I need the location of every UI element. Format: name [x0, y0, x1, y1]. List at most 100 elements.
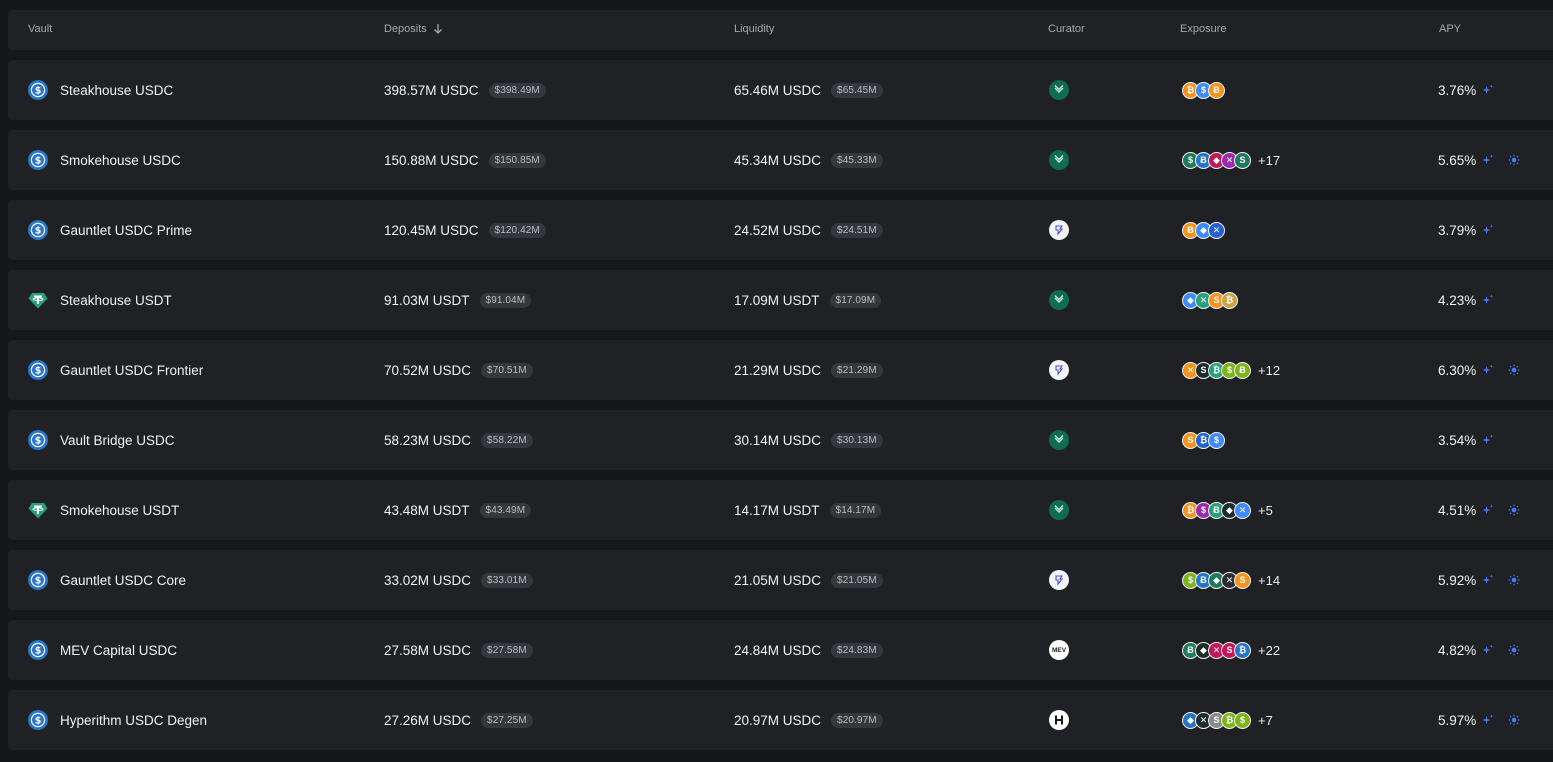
exposure-cell[interactable]: ₿ $ Ƀ ◆ ✕ +5 — [1182, 480, 1273, 540]
vault-cell[interactable]: $ Gauntlet USDC Prime — [28, 200, 192, 260]
gauntlet-icon[interactable] — [1049, 220, 1069, 240]
vault-cell[interactable]: $ Vault Bridge USDC — [28, 410, 175, 470]
exposure-cell[interactable]: ✕ S ₿ $ Ƀ +12 — [1182, 340, 1280, 400]
sparkle-icon[interactable] — [1482, 574, 1494, 586]
sun-icon[interactable] — [1508, 364, 1520, 376]
exposure-cell[interactable]: S ₿ $ — [1182, 410, 1232, 470]
table-row[interactable]: $ MEV Capital USDC 27.58M USDC $27.58M 2… — [8, 620, 1553, 680]
exposure-stack[interactable]: ◆ ✕ S ₿ $ — [1182, 711, 1251, 729]
curator-cell[interactable] — [1049, 200, 1069, 260]
header-apy[interactable]: APY — [1439, 23, 1461, 35]
apy-cell[interactable]: 4.23% — [1438, 270, 1494, 330]
steakhouse-icon[interactable] — [1049, 290, 1069, 310]
exposure-cell[interactable]: Ƀ ◆ ✕ S ₿ +22 — [1182, 620, 1280, 680]
sparkle-icon[interactable] — [1482, 294, 1494, 306]
vault-cell[interactable]: $ Steakhouse USDC — [28, 60, 173, 120]
curator-cell[interactable] — [1049, 410, 1069, 470]
exposure-stack[interactable]: $ Ƀ ◆ ✕ S — [1182, 571, 1251, 589]
exposure-cell[interactable]: ◆ ✕ S ₿ $ +7 — [1182, 690, 1273, 750]
sparkle-icon[interactable] — [1482, 364, 1494, 376]
exposure-more-count[interactable]: +5 — [1258, 503, 1273, 518]
vault-cell[interactable]: Smokehouse USDT — [28, 480, 179, 540]
curator-cell[interactable] — [1049, 690, 1069, 750]
header-exposure[interactable]: Exposure — [1180, 23, 1226, 35]
exposure-more-count[interactable]: +12 — [1258, 363, 1280, 378]
mev-capital-icon[interactable]: MEV — [1049, 640, 1069, 660]
exposure-stack[interactable]: ₿ $ Ƀ ◆ ✕ — [1182, 501, 1251, 519]
curator-cell[interactable] — [1049, 60, 1069, 120]
vault-cell[interactable]: Steakhouse USDT — [28, 270, 172, 330]
sparkle-icon[interactable] — [1482, 434, 1494, 446]
exposure-stack[interactable]: ₿ $ Ƀ — [1182, 81, 1225, 99]
header-vault[interactable]: Vault — [28, 23, 52, 35]
gauntlet-icon[interactable] — [1049, 570, 1069, 590]
table-row[interactable]: $ Smokehouse USDC 150.88M USDC $150.85M … — [8, 130, 1553, 190]
vault-cell[interactable]: $ Hyperithm USDC Degen — [28, 690, 207, 750]
apy-cell[interactable]: 5.97% — [1438, 690, 1520, 750]
sparkle-icon[interactable] — [1482, 84, 1494, 96]
sun-icon[interactable] — [1508, 714, 1520, 726]
vault-cell[interactable]: $ MEV Capital USDC — [28, 620, 177, 680]
exposure-cell[interactable]: $ Ƀ ◆ ✕ S +14 — [1182, 550, 1280, 610]
header-liquidity[interactable]: Liquidity — [734, 23, 774, 35]
hyperithm-icon[interactable] — [1049, 710, 1069, 730]
sparkle-icon[interactable] — [1482, 644, 1494, 656]
table-row[interactable]: Steakhouse USDT 91.03M USDT $91.04M 17.0… — [8, 270, 1553, 330]
vault-cell[interactable]: $ Gauntlet USDC Frontier — [28, 340, 203, 400]
table-row[interactable]: $ Vault Bridge USDC 58.23M USDC $58.22M … — [8, 410, 1553, 470]
exposure-more-count[interactable]: +17 — [1258, 153, 1280, 168]
table-row[interactable]: $ Gauntlet USDC Core 33.02M USDC $33.01M… — [8, 550, 1553, 610]
sparkle-icon[interactable] — [1482, 714, 1494, 726]
curator-cell[interactable] — [1049, 550, 1069, 610]
exposure-more-count[interactable]: +14 — [1258, 573, 1280, 588]
exposure-stack[interactable]: Ƀ ◆ ✕ S ₿ — [1182, 641, 1251, 659]
apy-cell[interactable]: 3.79% — [1438, 200, 1494, 260]
exposure-more-count[interactable]: +7 — [1258, 713, 1273, 728]
curator-cell[interactable] — [1049, 340, 1069, 400]
sun-icon[interactable] — [1508, 574, 1520, 586]
steakhouse-icon[interactable] — [1049, 500, 1069, 520]
deposits-amount: 58.23M USDC — [384, 432, 472, 448]
apy-cell[interactable]: 3.54% — [1438, 410, 1494, 470]
gauntlet-icon[interactable] — [1049, 360, 1069, 380]
vault-cell[interactable]: $ Gauntlet USDC Core — [28, 550, 186, 610]
header-deposits[interactable]: Deposits — [384, 23, 443, 35]
steakhouse-icon[interactable] — [1049, 150, 1069, 170]
curator-cell[interactable]: MEV — [1049, 620, 1069, 680]
exposure-more-count[interactable]: +22 — [1258, 643, 1280, 658]
exposure-stack[interactable]: $ Ƀ ◆ ✕ S — [1182, 151, 1251, 169]
table-row[interactable]: $ Gauntlet USDC Prime 120.45M USDC $120.… — [8, 200, 1553, 260]
apy-cell[interactable]: 5.65% — [1438, 130, 1520, 190]
svg-text:$: $ — [35, 575, 42, 586]
apy-cell[interactable]: 4.82% — [1438, 620, 1520, 680]
curator-cell[interactable] — [1049, 480, 1069, 540]
exposure-stack[interactable]: S ₿ $ — [1182, 431, 1225, 449]
exposure-cell[interactable]: $ Ƀ ◆ ✕ S +17 — [1182, 130, 1280, 190]
table-row[interactable]: $ Gauntlet USDC Frontier 70.52M USDC $70… — [8, 340, 1553, 400]
apy-cell[interactable]: 6.30% — [1438, 340, 1520, 400]
curator-cell[interactable] — [1049, 270, 1069, 330]
exposure-cell[interactable]: ₿ $ Ƀ — [1182, 60, 1232, 120]
sparkle-icon[interactable] — [1482, 154, 1494, 166]
sun-icon[interactable] — [1508, 644, 1520, 656]
vault-cell[interactable]: $ Smokehouse USDC — [28, 130, 181, 190]
sun-icon[interactable] — [1508, 154, 1520, 166]
table-row[interactable]: Smokehouse USDT 43.48M USDT $43.49M 14.1… — [8, 480, 1553, 540]
sparkle-icon[interactable] — [1482, 504, 1494, 516]
steakhouse-icon[interactable] — [1049, 80, 1069, 100]
sun-icon[interactable] — [1508, 504, 1520, 516]
exposure-cell[interactable]: Ƀ ◆ ✕ — [1182, 200, 1232, 260]
exposure-stack[interactable]: ✕ S ₿ $ Ƀ — [1182, 361, 1251, 379]
apy-cell[interactable]: 5.92% — [1438, 550, 1520, 610]
exposure-stack[interactable]: Ƀ ◆ ✕ — [1182, 221, 1225, 239]
apy-cell[interactable]: 3.76% — [1438, 60, 1494, 120]
table-row[interactable]: $ Steakhouse USDC 398.57M USDC $398.49M … — [8, 60, 1553, 120]
table-row[interactable]: $ Hyperithm USDC Degen 27.26M USDC $27.2… — [8, 690, 1553, 750]
header-curator[interactable]: Curator — [1048, 23, 1085, 35]
steakhouse-icon[interactable] — [1049, 430, 1069, 450]
exposure-stack[interactable]: ◆ ✕ S ₿ — [1182, 291, 1238, 309]
apy-cell[interactable]: 4.51% — [1438, 480, 1520, 540]
curator-cell[interactable] — [1049, 130, 1069, 190]
sparkle-icon[interactable] — [1482, 224, 1494, 236]
exposure-cell[interactable]: ◆ ✕ S ₿ — [1182, 270, 1245, 330]
